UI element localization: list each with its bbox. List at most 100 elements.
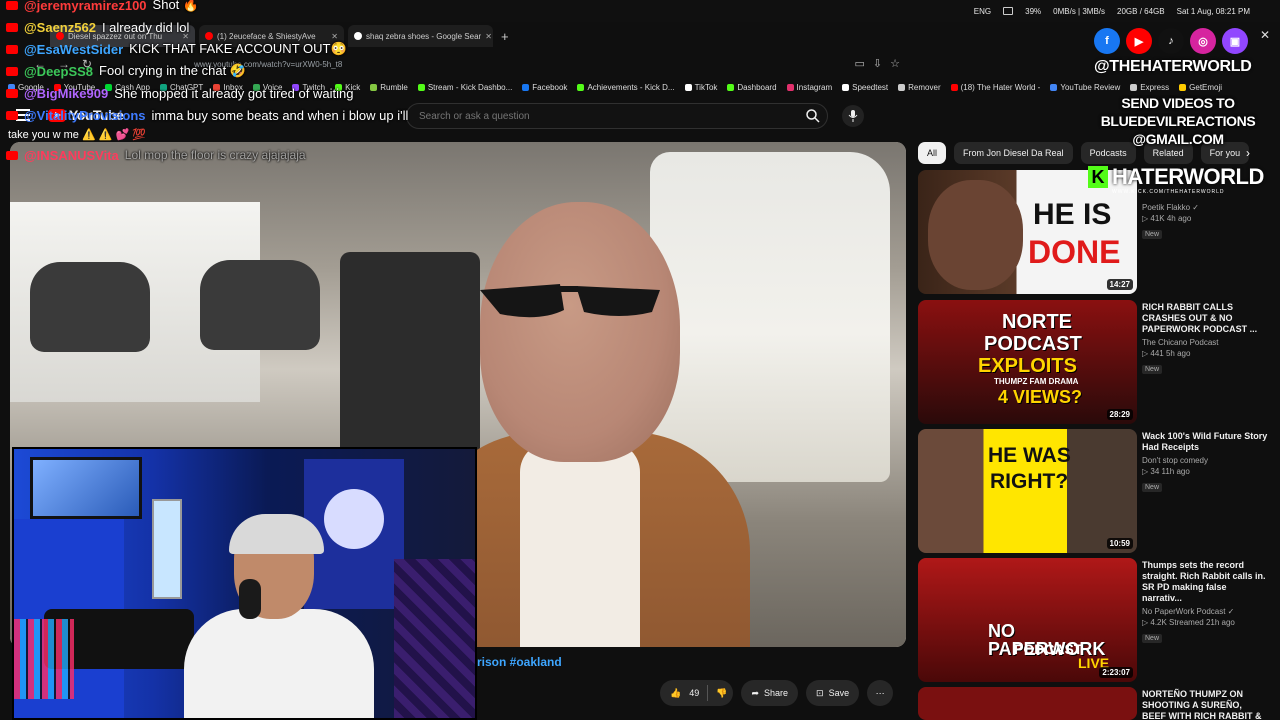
- channel-handle: @THEHATERWORLD: [1094, 58, 1252, 75]
- chat-message: @BigMike909 She mopped it already got tir…: [6, 82, 496, 104]
- chat-message: @Saenz562 I already did lol: [6, 16, 496, 38]
- video-hashtags[interactable]: rison #oakland: [477, 655, 562, 669]
- chat-message: @DeepSS8 Fool crying in the chat 🤣: [6, 60, 496, 82]
- webcam-fridge: [152, 499, 182, 599]
- bookmark-item[interactable]: GetEmoji: [1179, 83, 1222, 92]
- bookmark-favicon-icon: [842, 83, 850, 91]
- bookmark-item[interactable]: Express: [1130, 83, 1169, 92]
- save-label: Save: [828, 688, 850, 698]
- bookmark-item[interactable]: (18) The Hater World -: [950, 82, 1041, 92]
- recommendation-item[interactable]: NO PAPERWORK PODCAST LIVE 2:23:07 Thumps…: [918, 558, 1268, 682]
- language-indicator[interactable]: ENG: [974, 7, 991, 16]
- channel-name[interactable]: Poetik Flakko ✓: [1142, 203, 1268, 212]
- duration-badge: 2:23:07: [1099, 667, 1133, 678]
- search-icon[interactable]: [805, 108, 821, 124]
- thumbnail-text: NORTE: [1002, 311, 1072, 333]
- mic-icon[interactable]: [842, 105, 864, 127]
- video-title[interactable]: Wack 100's Wild Future Story Had Receipt…: [1142, 431, 1268, 453]
- brand-wordmark: HATERWORLD: [1112, 164, 1264, 189]
- bookmark-item[interactable]: Dashboard: [727, 82, 777, 92]
- bookmark-favicon-icon: [1050, 83, 1058, 91]
- bookmark-item[interactable]: Remover: [898, 83, 941, 92]
- thumbnail-text: THUMPZ FAM DRAMA: [994, 377, 1079, 386]
- thumbs-down-icon[interactable]: 👎: [716, 688, 727, 699]
- thumbnail-text: HE WAS: [988, 444, 1071, 467]
- video-title[interactable]: RICH RABBIT CALLS CRASHES OUT & NO PAPER…: [1142, 302, 1268, 335]
- share-button[interactable]: ➦ Share: [741, 680, 799, 706]
- share-label: Share: [764, 688, 789, 698]
- chat-username: @DeepSS8: [24, 63, 94, 79]
- video-thumbnail[interactable]: [918, 687, 1137, 720]
- channel-name[interactable]: Don't stop comedy: [1142, 456, 1268, 465]
- bookmark-label: Express: [1140, 82, 1170, 92]
- chat-message: @jeremyramirez100 Shot 🔥: [6, 0, 496, 16]
- chat-username: @INSANUSVita: [24, 147, 119, 163]
- submission-line: @GMAIL.COM: [1132, 131, 1224, 147]
- filter-chip[interactable]: All: [918, 142, 947, 164]
- social-icons: f ▶ ♪ ◎ ▣: [1094, 28, 1248, 54]
- bookmark-item[interactable]: YouTube Review: [1050, 83, 1120, 92]
- chat-message: @INSANUSVita Lol mop the floor is crazy a…: [6, 144, 496, 166]
- bookmark-star-icon[interactable]: ☆: [890, 57, 900, 70]
- thumbnail-text: DONE: [1028, 234, 1121, 270]
- sunglasses-graphic: [480, 284, 660, 318]
- bookmark-item[interactable]: TikTok: [684, 83, 717, 92]
- bookmark-favicon-icon: [950, 83, 958, 91]
- view-stats: ▷ 34 11h ago: [1142, 467, 1190, 476]
- microphone-icon: [239, 579, 261, 619]
- video-thumbnail[interactable]: NORTE PODCAST EXPLOITS THUMPZ FAM DRAMA …: [918, 300, 1137, 424]
- youtube-icon: [6, 0, 18, 10]
- chat-text: Lol mop the floor is crazy ajajajaja: [124, 148, 306, 162]
- view-stats: ▷ 441 5h ago: [1142, 349, 1191, 358]
- chat-text: imma buy some beats and when i blow up i…: [151, 107, 409, 123]
- close-icon[interactable]: ✕: [1260, 28, 1270, 42]
- bookmark-label: (18) The Hater World -: [960, 82, 1041, 92]
- video-actions: 👍 49 👎 ➦ Share ⊡ Save ⋯: [660, 680, 894, 706]
- video-title[interactable]: Thumps sets the record straight. Rich Ra…: [1142, 560, 1268, 604]
- thumbnail-text: 4 VIEWS?: [998, 387, 1083, 407]
- battery-icon: [1003, 7, 1014, 15]
- video-thumbnail[interactable]: NO PAPERWORK PODCAST LIVE 2:23:07: [918, 558, 1137, 682]
- youtube-icon: [6, 22, 18, 32]
- channel-name[interactable]: The Chicano Podcast: [1142, 338, 1268, 347]
- video-thumbnail[interactable]: HE WAS RIGHT? 10:59: [918, 429, 1137, 553]
- recommendation-item[interactable]: HE WAS RIGHT? 10:59 Wack 100's Wild Futu…: [918, 429, 1268, 553]
- filter-chip[interactable]: From Jon Diesel Da Real: [954, 142, 1073, 164]
- memory-usage: 20GB / 64GB: [1117, 6, 1165, 16]
- bookmark-item[interactable]: Facebook: [522, 83, 567, 92]
- screenshot-icon[interactable]: ▭: [855, 57, 865, 70]
- chat-username: @Saenz562: [24, 19, 96, 35]
- bookmark-label: Dashboard: [737, 82, 777, 92]
- bookmark-favicon-icon: [1130, 83, 1138, 91]
- like-count: 49: [689, 688, 700, 698]
- clock[interactable]: Sat 1 Aug, 08:21 PM: [1177, 7, 1250, 16]
- recommendation-item[interactable]: NORTE PODCAST EXPLOITS THUMPZ FAM DRAMA …: [918, 300, 1268, 424]
- video-title[interactable]: NORTEÑO THUMPZ ON SHOOTING A SUREÑO, BEE…: [1142, 689, 1268, 720]
- chat-text: I already did lol: [101, 19, 190, 35]
- launchpad-device: [14, 619, 74, 699]
- bookmark-item[interactable]: Achievements - Kick D...: [577, 83, 675, 92]
- bookmark-label: Speedtest: [852, 82, 889, 92]
- kick-brand: K HATERWORLD: [1088, 164, 1264, 190]
- channel-name[interactable]: No PaperWork Podcast ✓: [1142, 607, 1268, 616]
- chat-text: Fool crying in the chat 🤣: [99, 63, 247, 78]
- more-button[interactable]: ⋯: [867, 680, 894, 706]
- view-stats: ▷ 41K 4h ago: [1142, 214, 1192, 223]
- chat-message: @VitalityProvisions imma buy some beats a…: [6, 104, 496, 126]
- bookmark-label: GetEmoji: [1189, 82, 1223, 92]
- new-tab-button[interactable]: +: [497, 29, 509, 44]
- bookmark-label: YouTube Review: [1060, 82, 1121, 92]
- thumbs-up-icon[interactable]: 👍: [670, 688, 681, 699]
- brand-url: WWW.KICK.COM/THEHATERWORLD: [1112, 189, 1225, 195]
- bookmark-favicon-icon: [522, 83, 530, 91]
- bookmark-item[interactable]: Speedtest: [842, 83, 888, 92]
- save-button[interactable]: ⊡ Save: [806, 680, 860, 706]
- twitch-icon: ▣: [1222, 28, 1248, 54]
- bookmark-item[interactable]: Instagram: [786, 83, 832, 92]
- chevron-right-icon[interactable]: ›: [1246, 146, 1250, 160]
- recommendation-item[interactable]: NORTEÑO THUMPZ ON SHOOTING A SUREÑO, BEE…: [918, 687, 1268, 720]
- download-icon[interactable]: ⇩: [873, 57, 882, 70]
- submission-notice: SEND VIDEOS TO BLUEDEVILREACTIONS @GMAIL…: [1090, 94, 1266, 148]
- stream-chat-overlay: @jeremyramirez100 Shot 🔥 @Saenz562 I alread…: [6, 0, 496, 166]
- video-headrest: [30, 262, 150, 352]
